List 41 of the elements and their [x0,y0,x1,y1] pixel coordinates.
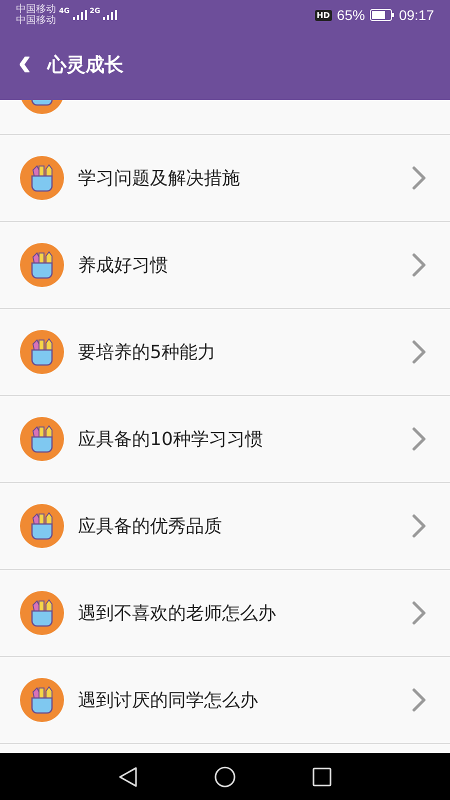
chevron-icon [412,601,426,625]
list-item[interactable]: 遇到不喜欢的老师怎么办 [0,570,450,657]
chevron-icon [412,688,426,712]
item-label: 应具备的优秀品质 [78,515,223,538]
clock: 09:17 [398,7,434,23]
pencil-cup-icon [20,504,64,548]
item-label: 要培养的5种能力 [78,341,216,364]
hd-badge: HD [314,10,332,20]
chevron-icon [412,340,426,364]
carrier-name: 中国移动 [16,4,56,14]
home-icon[interactable] [214,766,236,788]
pencil-cup-icon [20,330,64,374]
pencil-cup-icon [20,243,64,287]
page-title: 心灵成长 [47,53,124,78]
chevron-icon [412,514,426,538]
signal-icon [103,10,118,20]
list-item[interactable]: 遇到讨厌的同学怎么办 [0,657,450,744]
recents-icon[interactable] [312,766,332,786]
list-item[interactable]: 学习问题及解决措施 [0,135,450,222]
item-label: 学习问题及解决措施 [78,167,241,190]
back-icon[interactable] [118,766,138,788]
pencil-cup-icon [20,156,64,200]
carrier-name: 中国移动 [16,15,56,26]
back-button[interactable]: ‹ [12,42,38,88]
item-label: 应具备的10种学习习惯 [78,428,264,451]
list-item[interactable]: 要培养的5种能力 [0,309,450,396]
chevron-icon [412,253,426,277]
pencil-cup-icon [20,591,64,635]
list-item[interactable]: 养成好习惯 [0,222,450,309]
item-label: 养成好习惯 [78,254,169,277]
pencil-cup-icon [20,678,64,722]
battery-icon [370,9,394,21]
chevron-icon [412,166,426,190]
pencil-cup-icon [20,417,64,461]
chevron-icon [412,427,426,451]
signal-icon [72,10,87,20]
item-label: 遇到讨厌的同学怎么办 [78,689,259,712]
list-item[interactable]: 应具备的优秀品质 [0,483,450,570]
battery-percent: 65% [336,7,365,23]
list-item[interactable]: 应具备的10种学习习惯 [0,396,450,483]
item-label: 遇到不喜欢的老师怎么办 [78,602,277,625]
